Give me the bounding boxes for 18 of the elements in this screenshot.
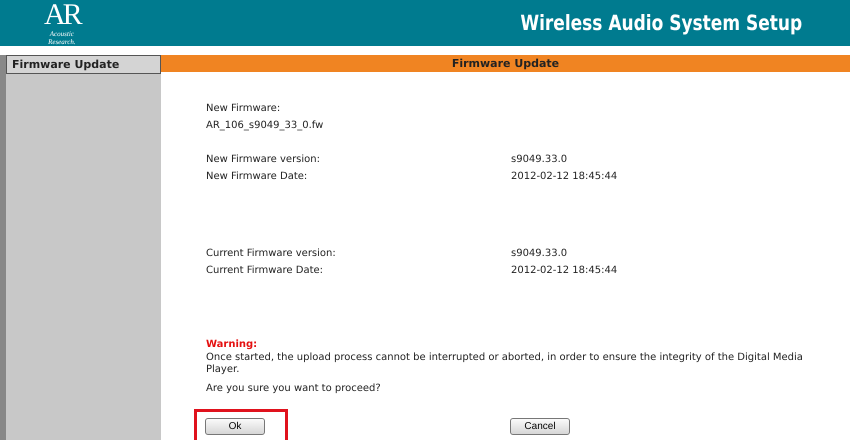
field-label: New Firmware Date: <box>206 170 308 184</box>
ok-button[interactable]: Ok <box>205 418 265 435</box>
field-label: New Firmware: <box>206 102 282 116</box>
warning-text: Once started, the upload process cannot be interrupted or aborted, in order to ensure the integrity of the Digital Media Player. <box>206 352 804 376</box>
field-label: Current Firmware version: <box>206 247 337 261</box>
field-label: New Firmware version: <box>206 153 321 167</box>
section-title: Firmware Update <box>161 55 850 72</box>
field-value: 2012-02-12 18:45:44 <box>511 170 618 184</box>
field-label: Current Firmware Date: <box>206 264 324 278</box>
field-value: 2012-02-12 18:45:44 <box>511 264 618 278</box>
field-value: s9049.33.0 <box>511 153 568 167</box>
page-title: Wireless Audio System Setup <box>520 11 802 35</box>
file-name: AR_106_s9049_33_0.fw <box>206 119 324 133</box>
confirm-question: Are you sure you want to proceed? <box>206 382 382 396</box>
field-value: s9049.33.0 <box>511 247 568 261</box>
cancel-button[interactable]: Cancel <box>510 418 570 435</box>
sidebar-item[interactable]: Firmware Update <box>6 55 161 74</box>
warning-title: Warning: <box>206 338 258 352</box>
